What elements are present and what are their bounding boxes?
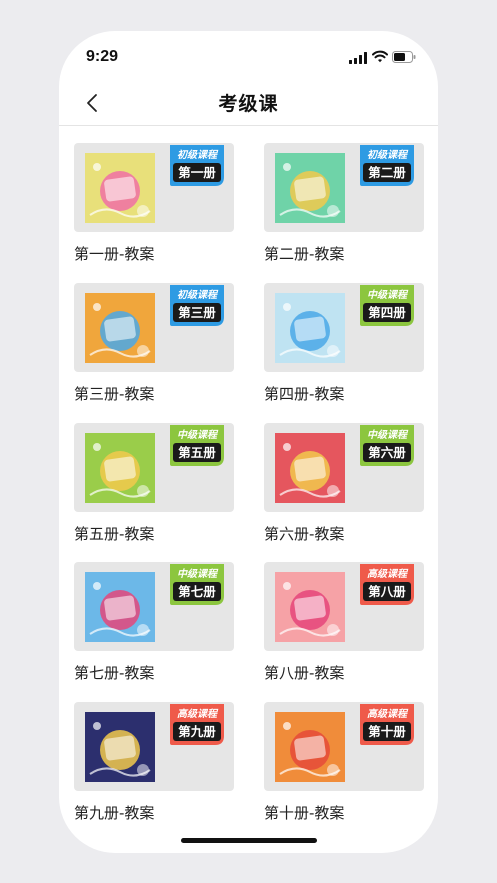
course-label: 第四册-教案 (264, 385, 345, 403)
cover-frame: 初级课程 第二册 (264, 143, 424, 232)
book-cover-image (275, 293, 345, 363)
book-badge-text: 第六册 (368, 445, 406, 460)
book-badge-text: 第一册 (178, 165, 216, 180)
book-badge-text: 第三册 (178, 305, 216, 320)
course-label: 第七册-教案 (74, 664, 155, 682)
level-badge: 初级课程 第三册 (170, 285, 224, 326)
book-cover-image (85, 712, 155, 782)
page-title: 考级课 (218, 93, 279, 115)
course-card[interactable]: 高级课程 第九册 第九册-教案 (74, 702, 234, 830)
course-card[interactable]: 中级课程 第六册 第六册-教案 (264, 423, 424, 553)
level-badge: 高级课程 第八册 (360, 564, 414, 605)
level-badge-text: 初级课程 (177, 149, 219, 161)
level-badge-text: 高级课程 (367, 708, 409, 720)
cover-frame: 中级课程 第六册 (264, 423, 424, 512)
status-time: 9:29 (86, 48, 119, 65)
course-card[interactable]: 初级课程 第二册 第二册-教案 (264, 143, 424, 273)
course-label: 第三册-教案 (74, 385, 155, 403)
cover-frame: 中级课程 第四册 (264, 283, 424, 372)
book-badge-text: 第五册 (178, 445, 216, 460)
level-badge-text: 中级课程 (177, 429, 219, 441)
book-cover-image (85, 433, 155, 503)
course-label: 第二册-教案 (264, 245, 345, 263)
wifi-icon (372, 50, 388, 63)
cover-frame: 高级课程 第十册 (264, 702, 424, 791)
book-cover-image (85, 153, 155, 223)
book-cover-image (275, 433, 345, 503)
level-badge: 高级课程 第十册 (360, 704, 414, 745)
book-badge-text: 第九册 (178, 724, 216, 739)
course-card[interactable]: 中级课程 第四册 第四册-教案 (264, 283, 424, 413)
course-label: 第九册-教案 (74, 804, 155, 822)
level-badge: 高级课程 第九册 (170, 704, 224, 745)
home-indicator (181, 838, 317, 843)
cellular-signal-icon (349, 52, 367, 64)
course-card[interactable]: 中级课程 第五册 第五册-教案 (74, 423, 234, 553)
book-cover-image (275, 572, 345, 642)
course-label: 第五册-教案 (74, 525, 155, 543)
course-card[interactable]: 中级课程 第七册 第七册-教案 (74, 562, 234, 692)
level-badge-text: 初级课程 (367, 149, 409, 161)
battery-icon (392, 51, 416, 63)
cover-frame: 高级课程 第九册 (74, 702, 234, 791)
book-badge-text: 第七册 (178, 584, 216, 599)
level-badge: 初级课程 第一册 (170, 145, 224, 186)
book-cover-image (85, 293, 155, 363)
level-badge: 中级课程 第六册 (360, 425, 414, 466)
phone-screen: 9:29 考级课 初级课程 第一册 第一册-教案 初级课程 第二册 第二册-教案… (59, 31, 438, 853)
book-badge-text: 第十册 (368, 724, 406, 739)
level-badge: 初级课程 第二册 (360, 145, 414, 186)
cover-frame: 初级课程 第一册 (74, 143, 234, 232)
cover-frame: 中级课程 第五册 (74, 423, 234, 512)
course-label: 第一册-教案 (74, 245, 155, 263)
cover-frame: 初级课程 第三册 (74, 283, 234, 372)
course-card[interactable]: 高级课程 第八册 第八册-教案 (264, 562, 424, 692)
cover-frame: 中级课程 第七册 (74, 562, 234, 651)
status-bar: 9:29 (59, 31, 438, 83)
book-badge-text: 第二册 (368, 165, 406, 180)
cover-frame: 高级课程 第八册 (264, 562, 424, 651)
level-badge-text: 高级课程 (367, 568, 409, 580)
level-badge-text: 中级课程 (367, 429, 409, 441)
level-badge: 中级课程 第五册 (170, 425, 224, 466)
course-label: 第六册-教案 (264, 525, 345, 543)
course-card[interactable]: 初级课程 第三册 第三册-教案 (74, 283, 234, 413)
level-badge-text: 中级课程 (367, 289, 409, 301)
level-badge: 中级课程 第四册 (360, 285, 414, 326)
book-badge-text: 第四册 (368, 305, 406, 320)
course-card[interactable]: 高级课程 第十册 第十册-教案 (264, 702, 424, 830)
book-cover-image (275, 153, 345, 223)
level-badge-text: 中级课程 (177, 568, 219, 580)
course-label: 第十册-教案 (264, 804, 345, 822)
book-cover-image (275, 712, 345, 782)
course-card[interactable]: 初级课程 第一册 第一册-教案 (74, 143, 234, 273)
navigation-bar: 考级课 (59, 83, 438, 126)
course-grid: 初级课程 第一册 第一册-教案 初级课程 第二册 第二册-教案 初级课程 第三册… (59, 125, 438, 830)
level-badge-text: 高级课程 (177, 708, 219, 720)
book-cover-image (85, 572, 155, 642)
book-badge-text: 第八册 (368, 584, 406, 599)
level-badge-text: 初级课程 (177, 289, 219, 301)
course-label: 第八册-教案 (264, 664, 345, 682)
level-badge: 中级课程 第七册 (170, 564, 224, 605)
